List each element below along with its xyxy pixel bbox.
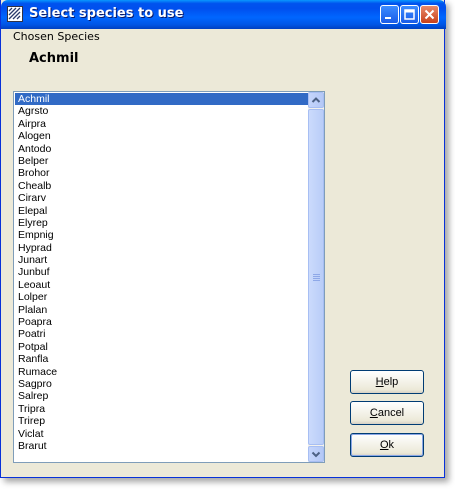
list-item[interactable]: Belper xyxy=(15,155,308,167)
ok-label: k xyxy=(388,439,395,451)
species-list: Achmil Agrsto Airpra Alogen Antodo Belper Broh… xyxy=(15,93,308,452)
list-item[interactable]: Trirep xyxy=(15,415,308,427)
close-button[interactable] xyxy=(420,5,439,24)
cancel-mnemonic: C xyxy=(369,407,378,419)
list-item[interactable]: Plalan xyxy=(15,304,308,316)
window-title: Select species to use xyxy=(29,6,184,21)
cancel-label: ancel xyxy=(377,407,405,419)
maximize-button[interactable] xyxy=(400,5,419,24)
list-item[interactable]: Viclat xyxy=(15,428,308,440)
dialog-window: Select species to use Chosen Species Ach… xyxy=(0,0,446,478)
list-item[interactable]: Poatri xyxy=(15,328,308,340)
scroll-down-button[interactable] xyxy=(308,446,324,462)
minimize-button[interactable] xyxy=(380,5,399,24)
list-item[interactable]: Brarut xyxy=(15,440,308,452)
list-item[interactable]: Agrsto xyxy=(15,105,308,117)
list-item[interactable]: Tripra xyxy=(15,403,308,415)
list-item[interactable]: Brohor xyxy=(15,167,308,179)
list-item[interactable]: Poapra xyxy=(15,316,308,328)
list-item[interactable]: Salrep xyxy=(15,390,308,402)
list-item[interactable]: Rumace xyxy=(15,366,308,378)
list-item[interactable]: Alogen xyxy=(15,130,308,142)
list-item[interactable]: Ranfla xyxy=(15,353,308,365)
scroll-thumb[interactable] xyxy=(308,109,324,445)
close-icon xyxy=(424,9,435,20)
help-label: elp xyxy=(383,376,399,388)
list-item[interactable]: Junart xyxy=(15,254,308,266)
help-button[interactable]: Help xyxy=(350,370,424,394)
list-item[interactable]: Elyrep xyxy=(15,217,308,229)
species-listbox[interactable]: Achmil Agrsto Airpra Alogen Antodo Belper Broh… xyxy=(13,91,325,463)
list-item[interactable]: Hyprad xyxy=(15,242,308,254)
list-item[interactable]: Lolper xyxy=(15,291,308,303)
list-item[interactable]: Cirarv xyxy=(15,192,308,204)
list-item[interactable]: Elepal xyxy=(15,205,308,217)
app-icon xyxy=(7,6,23,22)
help-mnemonic: H xyxy=(375,376,384,388)
minimize-icon xyxy=(385,17,391,19)
list-item[interactable]: Achmil xyxy=(15,93,308,106)
list-item[interactable]: Airpra xyxy=(15,118,308,130)
ok-button[interactable]: Ok xyxy=(350,433,424,457)
maximize-icon xyxy=(404,9,415,20)
scroll-up-button[interactable] xyxy=(308,92,324,108)
chosen-species-value: Achmil xyxy=(29,51,79,66)
cancel-button[interactable]: Cancel xyxy=(350,401,424,425)
chevron-down-icon xyxy=(311,451,321,458)
chevron-up-icon xyxy=(311,97,321,103)
list-item[interactable]: Potpal xyxy=(15,341,308,353)
list-item[interactable]: Antodo xyxy=(15,143,308,155)
list-item[interactable]: Leoaut xyxy=(15,279,308,291)
list-item[interactable]: Sagpro xyxy=(15,378,308,390)
title-bar[interactable]: Select species to use xyxy=(1,0,446,29)
vertical-scrollbar[interactable] xyxy=(308,92,324,462)
list-item[interactable]: Empnig xyxy=(15,229,308,241)
ok-mnemonic: O xyxy=(379,439,389,451)
list-item[interactable]: Junbuf xyxy=(15,266,308,278)
list-item[interactable]: Chealb xyxy=(15,180,308,192)
chosen-species-label: Chosen Species xyxy=(13,30,100,43)
